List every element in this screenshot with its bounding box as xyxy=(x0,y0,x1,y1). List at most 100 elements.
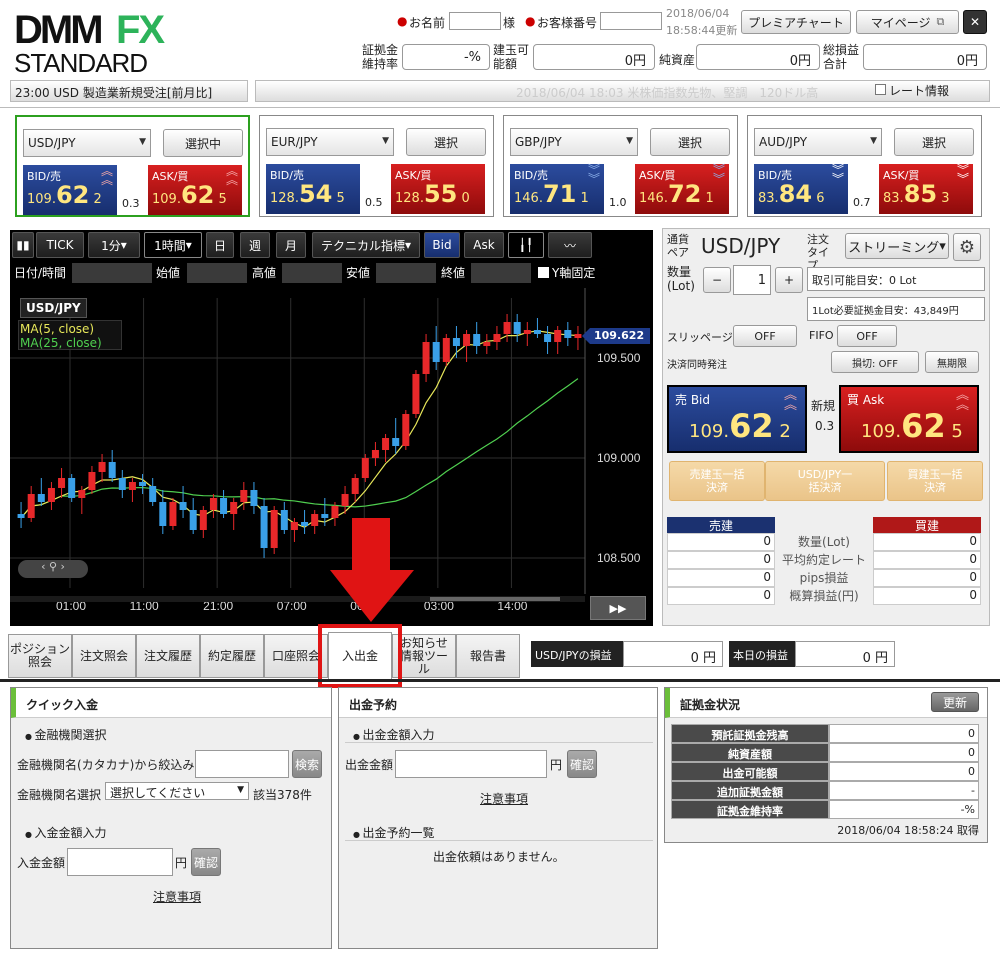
unlimited-button[interactable]: 無期限 xyxy=(925,351,979,373)
candle-body xyxy=(503,322,511,334)
select-button[interactable]: 選択 xyxy=(894,128,974,156)
sell-label: 売 Bid xyxy=(675,393,710,407)
tab-execution-history[interactable]: 約定履歴 xyxy=(200,634,264,678)
candle-type-button[interactable]: ▮▮ xyxy=(12,232,34,258)
withdraw-notice-link[interactable]: 注意事項 xyxy=(480,790,528,807)
ma5-label: MA(5, close) xyxy=(20,322,95,336)
day-button[interactable]: 日 xyxy=(206,232,234,258)
customer-no-label: お客様番号 xyxy=(537,16,598,30)
pair-select[interactable]: GBP/JPY xyxy=(510,128,638,156)
bank-select[interactable]: 選択してください ▼ xyxy=(105,782,249,800)
tab-reports[interactable]: 報告書 xyxy=(456,634,520,678)
candle-body xyxy=(98,462,106,472)
pair-select[interactable]: EUR/JPY xyxy=(266,128,394,156)
qty-minus-button[interactable]: − xyxy=(703,267,731,293)
stoploss-button[interactable]: 損切: OFF xyxy=(831,351,919,373)
month-button[interactable]: 月 xyxy=(276,232,306,258)
search-button[interactable]: 検索 xyxy=(292,750,322,778)
candle-body xyxy=(311,514,319,526)
margin-row-label: 出金可能額 xyxy=(671,762,829,781)
interval-select[interactable]: 1分 ▾ xyxy=(88,232,140,258)
bid-button[interactable]: BID/売 128.54 5 xyxy=(266,164,360,214)
refresh-button[interactable]: 更新 xyxy=(931,692,979,712)
candle-body xyxy=(240,490,248,502)
qty-plus-button[interactable]: + xyxy=(775,267,803,293)
settings-button[interactable]: ⚙ xyxy=(953,233,981,261)
margin-row-label: 預託証拠金残高 xyxy=(671,724,829,743)
line-chart-button[interactable]: 〰 xyxy=(548,232,592,258)
currency-panel-audjpy[interactable]: AUD/JPY 選択 BID/売︾︾83.84 6 0.7 ASK/買︾︾83.… xyxy=(747,115,982,217)
ask-toggle[interactable]: Ask xyxy=(464,232,504,258)
candle-chart-button[interactable]: ╽╿ xyxy=(508,232,544,258)
currency-panel-gbpjpy[interactable]: GBP/JPY 選択 BID/売︾︾146.71 1 1.0 ASK/買︾︾14… xyxy=(503,115,738,217)
qty-label: 数量(Lot) xyxy=(667,265,695,293)
date-value xyxy=(72,263,152,283)
currency-panel-eurjpy[interactable]: EUR/JPY 選択 BID/売128.54 5 0.5 ASK/買128.55… xyxy=(259,115,494,217)
ask-button[interactable]: ASK/買 ︾ ︾ 146.72 1 xyxy=(635,164,729,214)
tab-order-inquiry[interactable]: 注文照会 xyxy=(72,634,136,678)
currency-panel-usdjpy[interactable]: USD/JPY 選択中 BID/売︽︽109.62 2 0.3 ASK/買︽︽1… xyxy=(15,115,250,217)
fifo-button[interactable]: OFF xyxy=(837,325,897,347)
bid-button[interactable]: BID/売 ︾ ︾ 83.84 6 xyxy=(754,164,848,214)
pair-select[interactable]: AUD/JPY xyxy=(754,128,882,156)
withdraw-confirm-button[interactable]: 確認 xyxy=(567,750,597,778)
margin-ratio-label: 証拠金維持率 xyxy=(362,43,399,71)
high-label: 高値 xyxy=(252,266,277,280)
select-button[interactable]: 選択 xyxy=(406,128,486,156)
tab-position[interactable]: ポジション照会 xyxy=(8,634,72,678)
deposit-confirm-button[interactable]: 確認 xyxy=(191,848,221,876)
sell-bid-button[interactable]: 売 Bid ︽ ︽ 109.62 2 xyxy=(667,385,807,453)
news-left-text: 23:00 USD 製造業新規受注[前月比] xyxy=(15,86,213,100)
fifo-label: FIFO xyxy=(809,329,834,342)
tab-order-history[interactable]: 注文履歴 xyxy=(136,634,200,678)
kana-filter-input[interactable] xyxy=(195,750,289,778)
bulk-pair-settle-button[interactable]: USD/JPY一括決済 xyxy=(765,461,885,501)
rate-info-checkbox[interactable] xyxy=(875,84,886,95)
premier-chart-button[interactable]: プレミアチャート xyxy=(741,10,851,34)
ask-button[interactable]: ASK/買 ︽ ︽ 109.62 5 xyxy=(148,165,242,215)
margin-row: 預託証拠金残高 0 xyxy=(671,724,983,743)
timeframe-select[interactable]: 1時間 ▾ xyxy=(144,232,202,258)
ask-button[interactable]: ASK/買 128.55 0 xyxy=(391,164,485,214)
margin-table: 預託証拠金残高 0 純資産額 0 出金可能額 0 追加証拠金額 - 証拠金維持率 -% xyxy=(671,724,983,819)
order-type-select[interactable]: ストリーミング ▾ xyxy=(845,233,949,259)
withdraw-amount-input[interactable] xyxy=(395,750,547,778)
margin-row-value: 0 xyxy=(829,762,979,781)
buy-position-header: 買建 xyxy=(873,517,981,533)
zoom-control[interactable]: ‹ ⚲ › xyxy=(18,560,88,578)
bulk-buy-settle-button[interactable]: 買建玉一括決済 xyxy=(887,461,983,501)
week-button[interactable]: 週 xyxy=(240,232,270,258)
buy-ask-button[interactable]: 買 Ask ︽ ︽ 109.62 5 xyxy=(839,385,979,453)
order-panel: 通貨ペア USD/JPY 注文タイプ ストリーミング ▾ ⚙ 数量(Lot) − … xyxy=(662,228,990,626)
news-ticker-left[interactable]: 23:00 USD 製造業新規受注[前月比] xyxy=(10,80,248,102)
scroll-back-button[interactable]: ▶▶ xyxy=(590,596,646,620)
candle-body xyxy=(27,494,35,518)
yfix-checkbox[interactable] xyxy=(538,267,549,278)
margin-timestamp: 2018/06/04 18:58:24 取得 xyxy=(837,824,979,837)
slippage-button[interactable]: OFF xyxy=(733,325,797,347)
bulk-sell-settle-button[interactable]: 売建玉一括決済 xyxy=(669,461,765,501)
tick-button[interactable]: TICK xyxy=(36,232,84,258)
deposit-amount-input[interactable] xyxy=(67,848,173,876)
select-button[interactable]: 選択中 xyxy=(163,129,243,157)
ask-button[interactable]: ASK/買 ︾ ︾ 83.85 3 xyxy=(879,164,973,214)
indicator-select[interactable]: テクニカル指標 ▾ xyxy=(312,232,420,258)
bid-button[interactable]: BID/売 ︾ ︾ 146.71 1 xyxy=(510,164,604,214)
withdraw-title: 出金予約 xyxy=(339,688,657,718)
bid-button[interactable]: BID/売 ︽ ︽ 109.62 2 xyxy=(23,165,117,215)
select-button[interactable]: 選択 xyxy=(650,128,730,156)
margin-ratio-value: -% xyxy=(402,44,490,70)
candle-body xyxy=(68,478,76,498)
qty-input[interactable]: 1 xyxy=(733,265,771,295)
bid-price: 146.71 1 xyxy=(514,180,589,208)
deposit-notice-link[interactable]: 注意事項 xyxy=(153,888,201,905)
tradable-lot: 取引可能目安：0 Lot xyxy=(807,267,985,291)
pair-select[interactable]: USD/JPY xyxy=(23,129,151,157)
close-button[interactable]: ✕ xyxy=(963,10,987,34)
bank-select-label: 金融機関名選択 xyxy=(17,788,102,802)
bid-toggle[interactable]: Bid xyxy=(424,232,460,258)
ask-price: 83.85 3 xyxy=(883,180,950,208)
candle-body xyxy=(483,342,491,346)
spread: 0.5 xyxy=(365,196,383,209)
my-page-button[interactable]: マイページ ⧉ xyxy=(856,10,959,34)
